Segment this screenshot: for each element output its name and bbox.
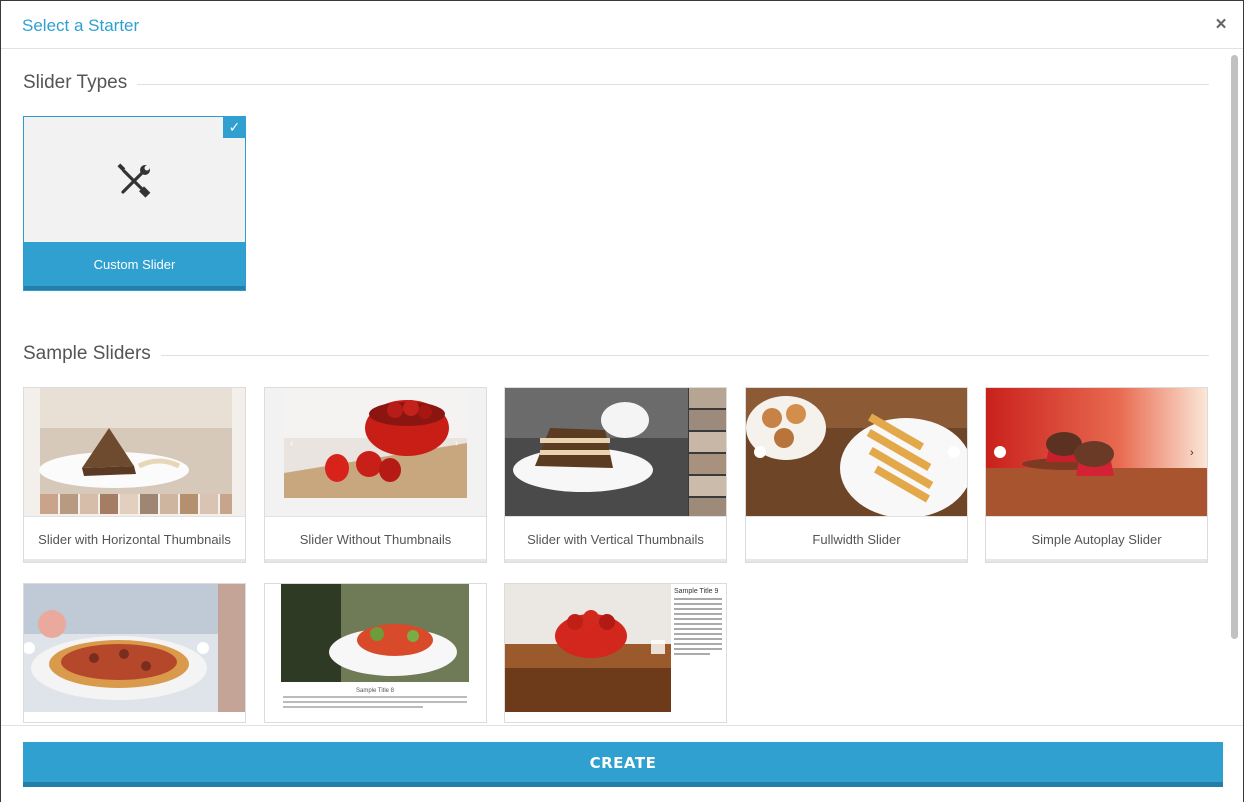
dialog-frame: Select a Starter × Slider Types ✓ Custom…: [0, 0, 1244, 802]
sample-card-simple-autoplay[interactable]: › Simple Autoplay Slider: [985, 387, 1208, 563]
slider-preview-image: Sample Title 9: [505, 584, 726, 712]
sample-card-sample-title-9[interactable]: Sample Title 9: [504, 583, 727, 723]
dialog-title: Select a Starter: [22, 16, 140, 35]
custom-slider-card[interactable]: ✓ Custom Slider: [23, 116, 246, 291]
thumb-caption: Sample Title 8: [356, 688, 395, 694]
sample-card-label: Slider with Horizontal Thumbnails: [24, 516, 245, 562]
sample-card-label: Simple Autoplay Slider: [986, 516, 1207, 562]
create-button[interactable]: CREATE: [23, 742, 1223, 787]
section-divider: [135, 84, 1209, 85]
sample-card-label: Fullwidth Slider: [746, 516, 967, 562]
checkmark-icon: ✓: [223, 116, 246, 138]
sample-card-horizontal-thumbnails[interactable]: Slider with Horizontal Thumbnails: [23, 387, 246, 563]
scrollbar-thumb[interactable]: [1231, 55, 1238, 639]
sample-sliders-heading-row: Sample Sliders: [23, 343, 1209, 367]
svg-text:‹: ‹: [290, 438, 293, 449]
close-button[interactable]: ×: [1213, 14, 1229, 36]
sample-card-label: Slider Without Thumbnails: [265, 516, 486, 562]
thumb-caption: Sample Title 9: [674, 588, 718, 595]
sample-card-label: Slider with Vertical Thumbnails: [505, 516, 726, 562]
sample-sliders-heading: Sample Sliders: [23, 343, 161, 365]
sample-card-without-thumbnails[interactable]: ‹ › Slider Without Thumbnails: [264, 387, 487, 563]
slider-preview-image: [24, 388, 245, 516]
slider-preview-image: Sample Title 8: [265, 584, 486, 712]
sample-card-fullwidth[interactable]: Fullwidth Slider: [745, 387, 968, 563]
slider-preview-image: ›: [986, 388, 1207, 516]
svg-text:›: ›: [455, 438, 458, 449]
slider-preview-image: [505, 388, 726, 516]
sample-card-sample-title-8[interactable]: Sample Title 8: [264, 583, 487, 723]
dialog-header: Select a Starter ×: [1, 1, 1243, 49]
dialog-footer: CREATE: [1, 725, 1243, 802]
svg-text:›: ›: [1190, 447, 1194, 459]
slider-preview-image: ‹ ›: [265, 388, 486, 516]
slider-types-heading-row: Slider Types: [23, 72, 1209, 96]
scrollbar[interactable]: [1229, 53, 1239, 723]
slider-preview-image: [746, 388, 967, 516]
slider-preview-image: [24, 584, 245, 712]
tools-icon: [117, 163, 151, 198]
section-divider: [159, 355, 1209, 356]
sample-card-pizza[interactable]: [23, 583, 246, 723]
slider-types-heading: Slider Types: [23, 72, 138, 94]
custom-slider-label: Custom Slider: [24, 242, 245, 290]
sample-card-vertical-thumbnails[interactable]: Slider with Vertical Thumbnails: [504, 387, 727, 563]
